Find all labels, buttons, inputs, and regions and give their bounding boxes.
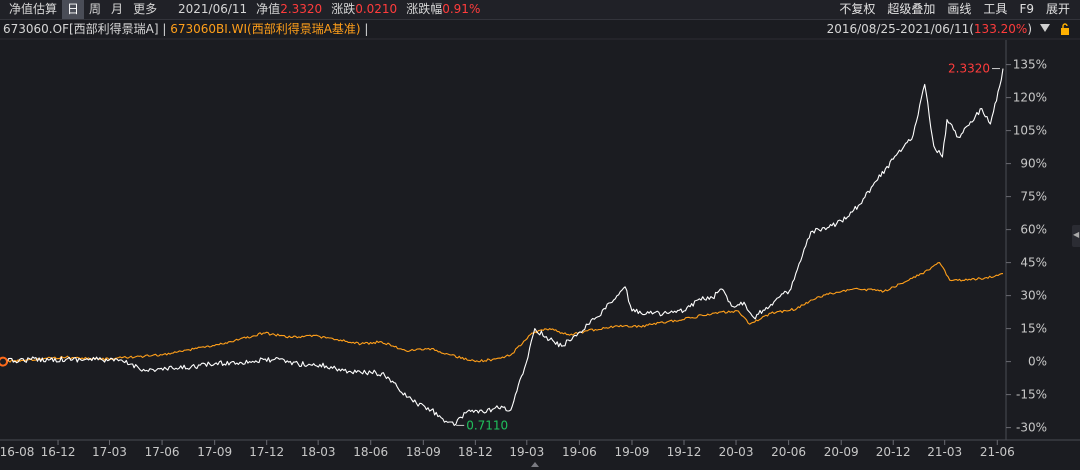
x-tick-label: 16-12 [41,445,76,459]
start-marker [0,356,8,367]
legend-benchmark[interactable]: 673060BI.WI(西部利得景瑞A基准) [170,22,360,36]
y-tick-label: 30% [1020,289,1047,303]
x-axis: 16-08 16-12 17-03 17-06 17-09 17-12 18-03 18-06… [0,440,1015,459]
range-close: ) [1027,22,1032,36]
y-tick-label: 120% [1013,91,1047,105]
x-tick-label: 21-06 [980,445,1015,459]
x-tick-label: 17-12 [249,445,284,459]
y-tick-label: 135% [1013,58,1047,72]
nav-value: 2.3320 [280,2,323,16]
x-tick-label: 18-03 [301,445,336,459]
x-tick-label: 19-09 [615,445,650,459]
dropdown-icon[interactable] [1040,24,1050,32]
x-tick-label: 20-03 [719,445,754,459]
date-range[interactable]: 2016/08/25-2021/06/11(133.20%) [827,20,1032,38]
change-label: 涨跌 [331,2,356,16]
max-label: 2.3320 [948,62,990,76]
x-tick-label: 21-03 [927,445,962,459]
lock-icon[interactable] [1060,23,1070,35]
toolbar-left: 净值估算 日 周 月 更多 [4,0,162,19]
x-tick-label: 20-06 [771,445,806,459]
f9-button[interactable]: F9 [1013,0,1040,19]
x-tick-label: 20-09 [824,445,859,459]
y-tick-label: 75% [1020,190,1047,204]
tab-more[interactable]: 更多 [128,0,162,19]
chart-canvas: 16-08 16-12 17-03 17-06 17-09 17-12 18-03 18-06… [0,38,1080,467]
top-toolbar: 净值估算 日 周 月 更多 2021/06/11 净值 2.3320 涨跌 0.… [0,0,1080,20]
toolbar-right: 不复权 超级叠加 画线 工具 F9 展开 [833,0,1076,19]
x-tick-label: 17-03 [92,445,127,459]
x-tick-label: 16-08 [0,445,34,459]
draw-line-button[interactable]: 画线 [941,0,977,19]
x-tick-label: 19-12 [667,445,702,459]
x-tick-label: 20-12 [876,445,911,459]
legend-tail: | [360,22,369,36]
no-adjust-button[interactable]: 不复权 [833,0,881,19]
chevron-left-icon: ◀ [1073,230,1080,239]
legend-bar: 673060.OF[西部利得景瑞A] | 673060BI.WI(西部利得景瑞A… [0,20,1080,38]
fund-series-line [1,68,1004,426]
x-tick-label: 18-09 [406,445,441,459]
range-return: 133.20% [973,22,1028,36]
y-tick-label: 60% [1020,223,1047,237]
legend-fund[interactable]: 673060.OF[西部利得景瑞A] [3,22,159,36]
benchmark-series-line [1,262,1004,363]
y-tick-label: 15% [1020,322,1047,336]
side-collapse-button[interactable]: ◀ [1072,225,1080,247]
quote-info: 2021/06/11 净值 2.3320 涨跌 0.0210 涨跌幅 0.91% [178,0,480,19]
pct-value: 0.91% [442,2,481,16]
super-overlay-button[interactable]: 超级叠加 [881,0,941,19]
x-tick-label: 17-09 [197,445,232,459]
estimate-button[interactable]: 净值估算 [4,0,62,19]
chart-grid [0,38,1080,441]
y-tick-label: 90% [1020,157,1047,171]
x-tick-label: 19-06 [562,445,597,459]
range-label: 2016/08/25-2021/06/11( [826,22,974,36]
x-tick-label: 19-03 [509,445,544,459]
y-tick-label: -15% [1016,388,1047,402]
y-tick-label: -30% [1016,421,1047,435]
x-tick-label: 18-12 [458,445,493,459]
y-tick-label: 45% [1020,256,1047,270]
nav-label: 净值 [256,2,281,16]
y-tick-label: 0% [1028,355,1047,369]
tab-day[interactable]: 日 [62,0,85,19]
y-axis: 135% 120% 105% 90% 75% 60% 45% 30% 15% 0% -15% -30% [1006,58,1047,435]
min-label: 0.7110 [466,418,508,432]
pct-label: 涨跌幅 [406,2,443,16]
legend-separator: | [158,22,171,36]
tools-button[interactable]: 工具 [977,0,1013,19]
x-tick-label: 18-06 [353,445,388,459]
x-tick-label: 17-06 [145,445,180,459]
series-lines [0,68,1004,426]
tab-month[interactable]: 月 [106,0,128,19]
quote-date: 2021/06/11 [178,2,248,16]
y-tick-label: 105% [1013,124,1047,138]
legend: 673060.OF[西部利得景瑞A] | 673060BI.WI(西部利得景瑞A… [3,20,368,38]
scroll-up-icon [531,462,539,467]
change-value: 0.0210 [355,2,398,16]
annotations: 2.3320 0.7110 [456,62,1000,467]
expand-button[interactable]: 展开 [1040,0,1076,19]
tab-week[interactable]: 周 [84,0,106,19]
